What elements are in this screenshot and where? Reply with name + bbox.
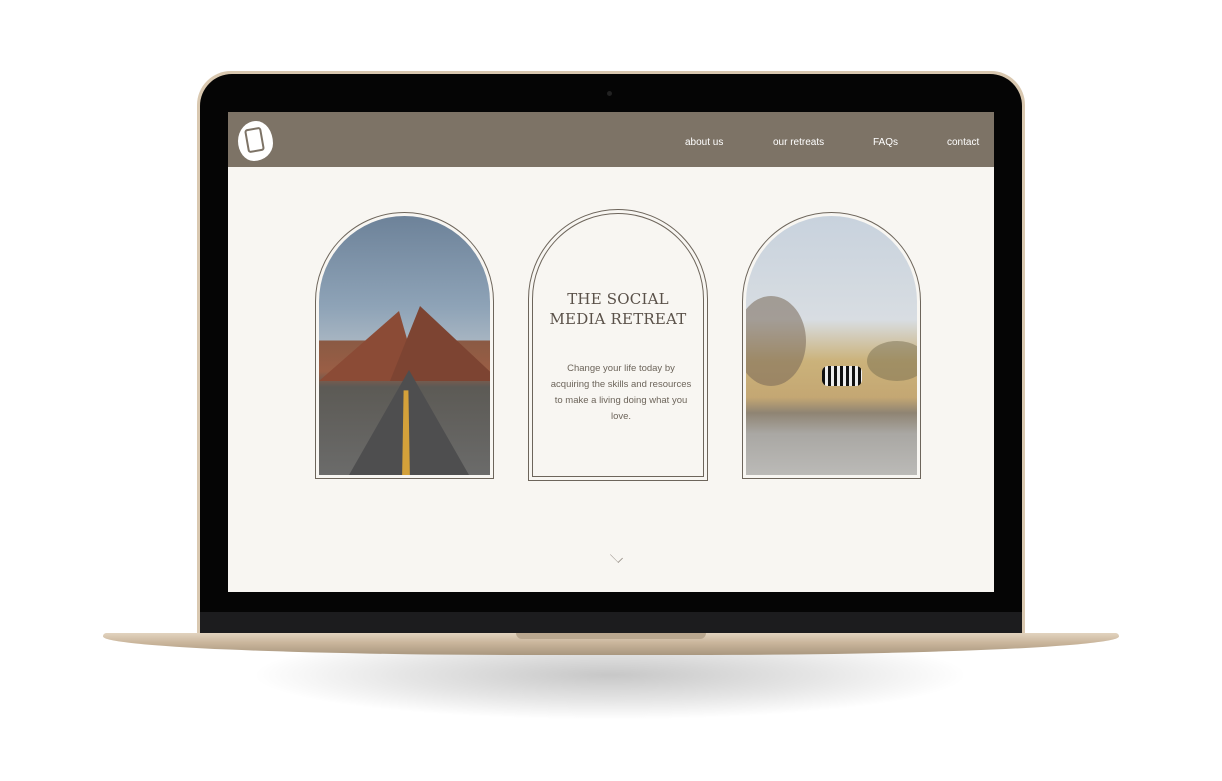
laptop-base-notch <box>516 633 706 639</box>
desert-road-photo <box>319 216 490 475</box>
hero-title-line2: MEDIA RETREAT <box>549 310 687 328</box>
hero-description: Change your life today by acquiring the … <box>550 363 692 422</box>
site-logo[interactable] <box>238 121 273 161</box>
arch-image-left <box>315 212 494 479</box>
zebra-figure <box>822 366 862 386</box>
hero-title: THE SOCIAL MEDIA RETREAT <box>533 289 703 329</box>
camera-dot <box>607 91 612 96</box>
nav-about-us[interactable]: about us <box>685 137 723 148</box>
tree-right <box>867 341 917 381</box>
zebra-savanna-photo <box>746 216 917 475</box>
nav-contact[interactable]: contact <box>947 137 979 148</box>
nav-faqs[interactable]: FAQs <box>873 137 898 148</box>
chevron-down-icon[interactable] <box>610 550 623 563</box>
laptop-mockup: about us our retreats FAQs contact THE S… <box>0 0 1222 781</box>
tree-left <box>746 296 806 386</box>
navbar: about us our retreats FAQs contact <box>228 112 994 167</box>
arch-text-card: THE SOCIAL MEDIA RETREAT Change your lif… <box>528 209 708 481</box>
arch-text-inner: THE SOCIAL MEDIA RETREAT Change your lif… <box>532 213 704 477</box>
nav-our-retreats[interactable]: our retreats <box>773 137 824 148</box>
arch-image-right <box>742 212 921 479</box>
website-screen: about us our retreats FAQs contact THE S… <box>228 112 994 592</box>
phone-logo-icon <box>244 126 265 154</box>
hero-title-line1: THE SOCIAL <box>567 290 669 308</box>
